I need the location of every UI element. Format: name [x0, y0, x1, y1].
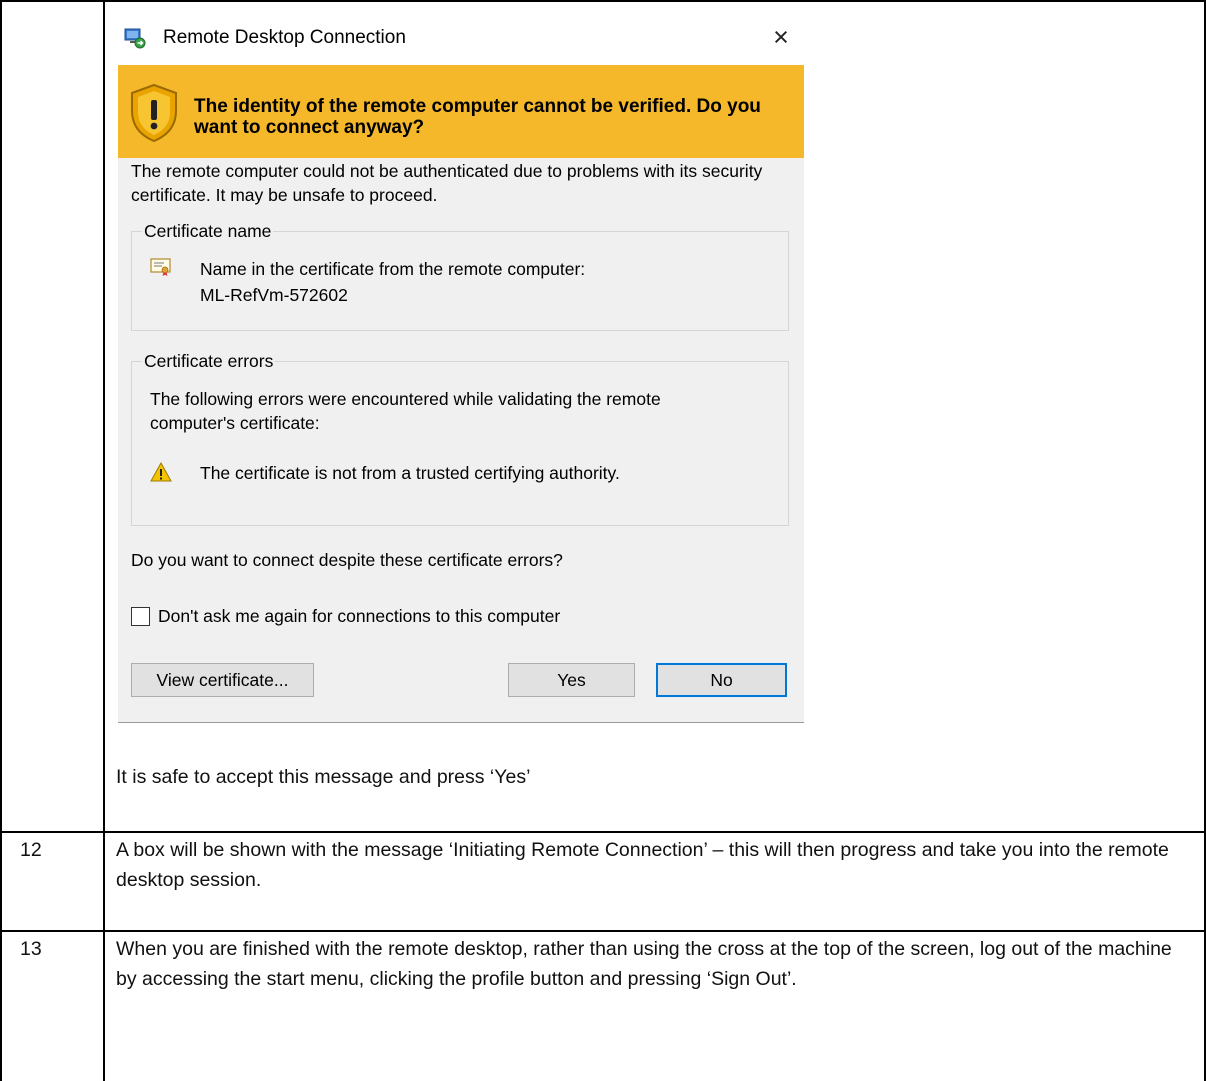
- view-certificate-button[interactable]: View certificate...: [131, 663, 314, 697]
- warning-headline: The identity of the remote computer cann…: [194, 96, 761, 138]
- certificate-errors-label: Certificate errors: [142, 350, 276, 372]
- rdp-certificate-dialog: Remote Desktop Connection × The identity…: [118, 12, 804, 723]
- no-button[interactable]: No: [656, 663, 787, 697]
- certificate-name-value: ML-RefVm-572602: [200, 285, 348, 305]
- remote-desktop-icon: [124, 28, 146, 49]
- certificate-error-item: The certificate is not from a trusted ce…: [200, 463, 620, 483]
- dialog-titlebar: Remote Desktop Connection ×: [118, 12, 804, 65]
- certificate-name-group: [131, 231, 789, 331]
- table-top-border: [0, 0, 1206, 2]
- table-row-divider: [0, 930, 1206, 932]
- yes-button[interactable]: Yes: [508, 663, 635, 697]
- certificate-name-line: Name in the certificate from the remote …: [200, 259, 586, 279]
- certificate-errors-group: [131, 361, 789, 526]
- certificate-errors-intro: The following errors were encountered wh…: [150, 389, 661, 433]
- warning-banner: The identity of the remote computer cann…: [118, 65, 804, 158]
- dialog-description: The remote computer could not be authent…: [131, 161, 763, 205]
- connect-question: Do you want to connect despite these cer…: [131, 550, 563, 570]
- dont-ask-again-label[interactable]: Don't ask me again for connections to th…: [158, 604, 778, 628]
- step-number: 13: [20, 938, 42, 960]
- dialog-title: Remote Desktop Connection: [163, 27, 406, 48]
- step-note: It is safe to accept this message and pr…: [116, 766, 531, 788]
- table-left-border: [0, 0, 2, 1081]
- table-column-divider: [103, 0, 105, 1081]
- certificate-icon: [150, 258, 171, 276]
- step-number: 12: [20, 839, 42, 861]
- security-shield-icon: [131, 83, 177, 143]
- dont-ask-again-checkbox[interactable]: [131, 607, 150, 626]
- warning-icon: [150, 462, 172, 482]
- certificate-name-label: Certificate name: [142, 220, 274, 242]
- table-row-divider: [0, 831, 1206, 833]
- step-text: A box will be shown with the message ‘In…: [116, 839, 1169, 891]
- close-icon[interactable]: ×: [766, 22, 796, 52]
- step-text: When you are finished with the remote de…: [116, 938, 1172, 990]
